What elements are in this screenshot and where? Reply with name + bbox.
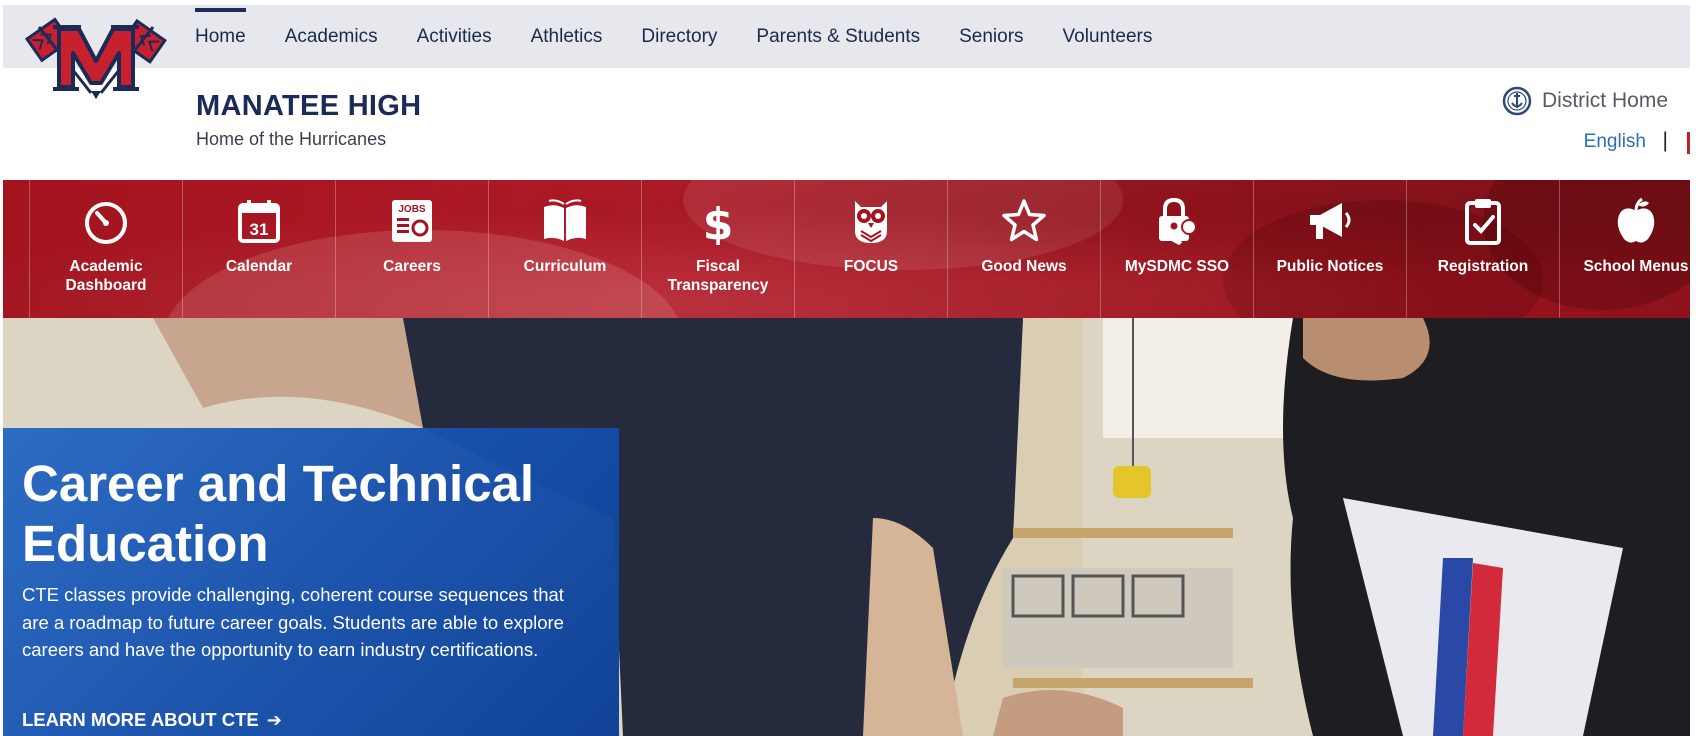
- jobs-newspaper-icon: JOBS: [392, 200, 432, 242]
- hero-title: Career and Technical Education: [22, 455, 535, 572]
- language-selector-english[interactable]: English: [1584, 131, 1646, 153]
- calendar-icon-date: 31: [250, 220, 269, 239]
- nav-item-athletics[interactable]: Athletics: [531, 5, 603, 68]
- quick-link-label: Curriculum: [523, 258, 607, 275]
- quick-link-label: Careers: [383, 258, 441, 275]
- quick-link-registration[interactable]: Registration: [1406, 180, 1559, 318]
- open-book-icon: [544, 199, 586, 241]
- lock-key-icon: [1159, 197, 1197, 245]
- megaphone-icon: [1310, 203, 1351, 239]
- quick-link-academic-dashboard[interactable]: Academic Dashboard: [29, 180, 182, 318]
- jobs-icon-text: JOBS: [398, 204, 426, 215]
- svg-text:$: $: [703, 199, 734, 245]
- gauge-icon: [85, 202, 127, 244]
- quick-link-label: Fiscal Transparency: [667, 258, 769, 294]
- quick-link-fiscal-transparency[interactable]: $ Fiscal Transparency: [641, 180, 794, 318]
- district-seal-icon: [1502, 86, 1532, 116]
- arrow-right-icon: ➔: [266, 709, 282, 730]
- quick-links-list: Academic Dashboard 31 Calendar JOBS Care…: [29, 180, 1690, 318]
- hurricanes-m-logo-icon: [24, 17, 167, 99]
- district-home-label: District Home: [1541, 89, 1668, 112]
- clipboard-check-icon: [1465, 199, 1501, 245]
- quick-link-curriculum[interactable]: Curriculum: [488, 180, 641, 318]
- school-tagline: Home of the Hurricanes: [196, 129, 387, 149]
- learn-more-cte-label: LEARN MORE ABOUT CTE: [22, 709, 259, 730]
- quick-link-school-menus[interactable]: School Menus: [1559, 180, 1690, 318]
- calendar-icon: 31: [238, 200, 280, 243]
- quick-link-label: Calendar: [225, 258, 293, 275]
- quick-link-label: School Menus: [1583, 258, 1689, 275]
- hero-slideshow[interactable]: Career and Technical Education CTE class…: [3, 318, 1690, 736]
- dollar-icon: $: [703, 199, 734, 245]
- nav-item-home[interactable]: Home: [195, 5, 246, 68]
- apple-icon: [1617, 197, 1655, 243]
- district-home-link[interactable]: District Home: [1502, 86, 1668, 116]
- nav-item-academics[interactable]: Academics: [285, 5, 378, 68]
- learn-more-cte-link[interactable]: LEARN MORE ABOUT CTE ➔: [22, 709, 282, 731]
- nav-item-parents-students[interactable]: Parents & Students: [756, 5, 920, 68]
- main-nav: Home Academics Activities Athletics Dire…: [195, 5, 1191, 68]
- nav-item-seniors[interactable]: Seniors: [959, 5, 1023, 68]
- nav-item-activities[interactable]: Activities: [417, 5, 492, 68]
- site-header: MANATEE HIGH Home of the Hurricanes Dist…: [3, 68, 1690, 180]
- owl-icon: [855, 201, 887, 243]
- language-next-option-edge[interactable]: [1687, 132, 1690, 154]
- quick-link-public-notices[interactable]: Public Notices: [1253, 180, 1406, 318]
- quick-link-good-news[interactable]: Good News: [947, 180, 1100, 318]
- school-name[interactable]: MANATEE HIGH: [196, 90, 421, 123]
- quick-link-calendar[interactable]: 31 Calendar: [182, 180, 335, 318]
- quick-link-focus[interactable]: FOCUS: [794, 180, 947, 318]
- star-icon: [1002, 199, 1046, 242]
- quick-link-label: Registration: [1437, 258, 1529, 275]
- language-separator: |: [1662, 129, 1668, 152]
- hero-description: CTE classes provide challenging, coheren…: [22, 584, 564, 660]
- quick-links-bar: Academic Dashboard 31 Calendar JOBS Care…: [3, 180, 1690, 318]
- quick-link-careers[interactable]: JOBS Careers: [335, 180, 488, 318]
- page: Home Academics Activities Athletics Dire…: [3, 5, 1690, 736]
- school-logo[interactable]: [21, 17, 171, 101]
- nav-item-volunteers[interactable]: Volunteers: [1063, 5, 1153, 68]
- quick-link-label: MySDMC SSO: [1124, 258, 1230, 275]
- top-navigation-bar: Home Academics Activities Athletics Dire…: [3, 5, 1690, 68]
- quick-link-label: Good News: [981, 258, 1067, 275]
- quick-link-label: Public Notices: [1276, 258, 1384, 275]
- quick-link-label: Academic Dashboard: [65, 258, 147, 294]
- quick-link-label: FOCUS: [843, 258, 899, 275]
- quick-link-mysdmc-sso[interactable]: MySDMC SSO: [1100, 180, 1253, 318]
- hero-feature-card: Career and Technical Education CTE class…: [3, 428, 619, 736]
- nav-item-directory[interactable]: Directory: [641, 5, 717, 68]
